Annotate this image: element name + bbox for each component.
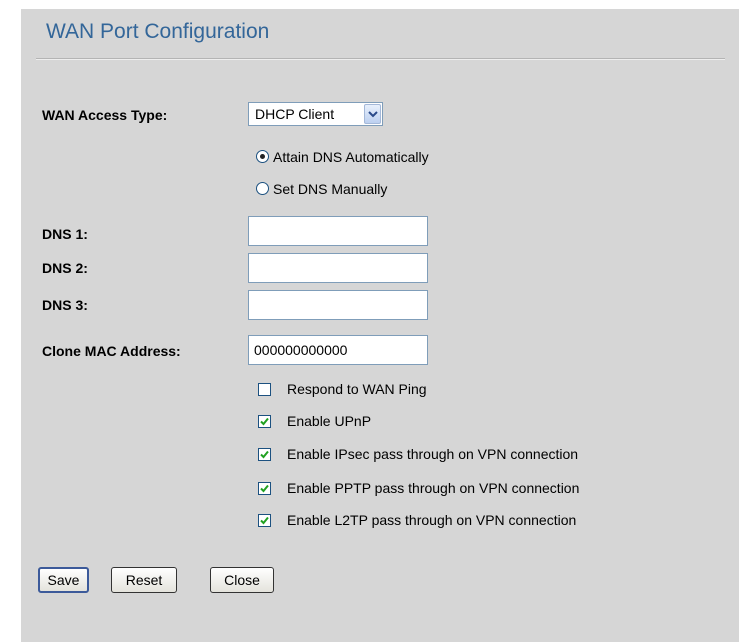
wan-access-type-select[interactable]: DHCP Client (248, 102, 383, 126)
checkmark-icon (260, 450, 269, 459)
title-divider (36, 58, 725, 60)
checkmark-icon (260, 484, 269, 493)
chevron-down-icon (368, 111, 378, 118)
dns3-input[interactable] (248, 290, 428, 320)
radio-set-dns-manual[interactable]: Set DNS Manually (256, 180, 556, 198)
checkbox-enable-l2tp[interactable] (258, 514, 271, 527)
option-label: Enable IPsec pass through on VPN connect… (287, 446, 579, 462)
page-title: WAN Port Configuration (46, 20, 270, 43)
radio-attain-dns[interactable]: Attain DNS Automatically (256, 148, 556, 166)
radio-set-dns-manual-label: Set DNS Manually (273, 181, 388, 197)
radio-attain-dns-label: Attain DNS Automatically (273, 149, 429, 165)
clone-mac-input[interactable] (248, 335, 428, 365)
wan-access-type-label: WAN Access Type: (42, 107, 168, 123)
reset-button[interactable]: Reset (111, 567, 177, 593)
dns3-label: DNS 3: (42, 297, 88, 313)
radio-set-dns-manual-button[interactable] (256, 182, 269, 195)
option-label: Enable L2TP pass through on VPN connecti… (287, 512, 577, 528)
option-label: Enable PPTP pass through on VPN connecti… (287, 480, 580, 496)
checkmark-icon (260, 417, 269, 426)
checkbox-enable-ipsec[interactable] (258, 448, 271, 461)
dns1-input[interactable] (248, 216, 428, 246)
option-label: Respond to WAN Ping (287, 381, 427, 397)
dns2-input[interactable] (248, 253, 428, 283)
option-label: Enable UPnP (287, 413, 372, 429)
dns1-label: DNS 1: (42, 226, 88, 242)
save-button[interactable]: Save (38, 567, 89, 593)
dropdown-button[interactable] (364, 104, 381, 124)
wan-access-type-value: DHCP Client (255, 106, 335, 122)
checkbox-respond-wan-ping[interactable] (258, 383, 271, 396)
checkbox-enable-upnp[interactable] (258, 415, 271, 428)
radio-selected-dot (260, 154, 265, 159)
checkmark-icon (260, 516, 269, 525)
close-button[interactable]: Close (210, 567, 274, 593)
checkbox-enable-pptp[interactable] (258, 482, 271, 495)
dns2-label: DNS 2: (42, 260, 88, 276)
radio-attain-dns-button[interactable] (256, 150, 269, 163)
clone-mac-label: Clone MAC Address: (42, 343, 181, 359)
